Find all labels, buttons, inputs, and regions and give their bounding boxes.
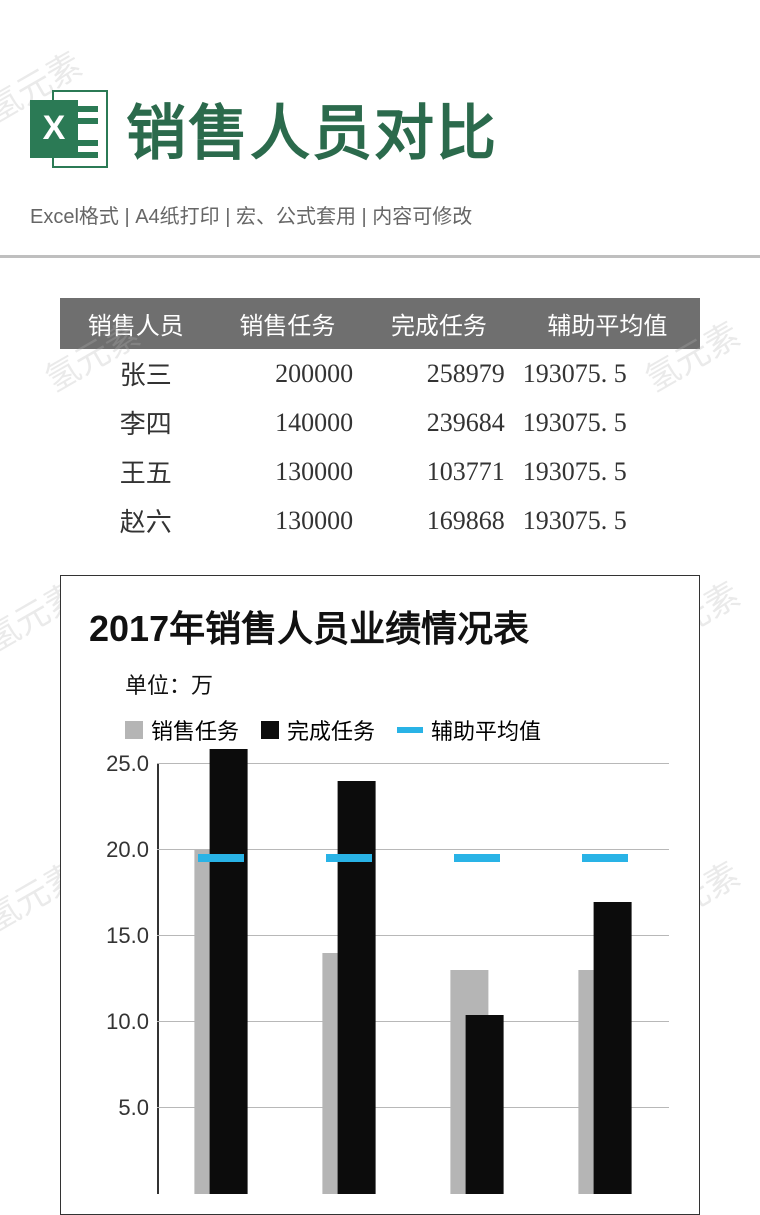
cell-done: 103771 <box>363 447 515 496</box>
col-header-person: 销售人员 <box>60 298 212 349</box>
cell-task: 200000 <box>212 349 364 398</box>
avg-marker <box>582 854 628 862</box>
table-row: 赵六 130000 169868 193075. 5 <box>60 496 700 545</box>
chart-title: 2017年销售人员业绩情况表 <box>81 600 679 652</box>
excel-icon: X <box>30 90 108 168</box>
col-header-avg: 辅助平均值 <box>515 298 700 349</box>
cell-name: 王五 <box>60 447 212 496</box>
bars-wrap <box>157 764 669 1194</box>
table-row: 王五 130000 103771 193075. 5 <box>60 447 700 496</box>
cell-avg: 193075. 5 <box>515 398 700 447</box>
cell-done: 258979 <box>363 349 515 398</box>
bar-group <box>421 764 534 1194</box>
bar-done <box>466 1015 504 1194</box>
legend-swatch-grey <box>125 721 143 739</box>
y-tick-label: 10.0 <box>91 1009 149 1035</box>
cell-done: 169868 <box>363 496 515 545</box>
cell-done: 239684 <box>363 398 515 447</box>
sales-table: 销售人员 销售任务 完成任务 辅助平均值 张三 200000 258979 19… <box>60 298 700 545</box>
col-header-done: 完成任务 <box>363 298 515 349</box>
legend-swatch-black <box>261 721 279 739</box>
chart-legend: 销售任务 完成任务 辅助平均值 <box>81 708 679 764</box>
excel-icon-letter: X <box>30 100 78 158</box>
avg-marker <box>326 854 372 862</box>
avg-marker <box>198 854 244 862</box>
legend-item-task: 销售任务 <box>125 714 239 746</box>
cell-avg: 193075. 5 <box>515 496 700 545</box>
cell-name: 张三 <box>60 349 212 398</box>
legend-label-task: 销售任务 <box>151 714 239 746</box>
bar-done <box>210 749 248 1194</box>
col-header-task: 销售任务 <box>212 298 364 349</box>
legend-swatch-blue <box>397 727 423 733</box>
table-row: 张三 200000 258979 193075. 5 <box>60 349 700 398</box>
spreadsheet-area: 销售人员 销售任务 完成任务 辅助平均值 张三 200000 258979 19… <box>60 298 700 1215</box>
header-divider <box>0 255 760 258</box>
page-subtitle: Excel格式 | A4纸打印 | 宏、公式套用 | 内容可修改 <box>0 192 760 249</box>
bar-group <box>165 764 278 1194</box>
table-row: 李四 140000 239684 193075. 5 <box>60 398 700 447</box>
bar-done <box>594 902 632 1194</box>
bar-group <box>549 764 662 1194</box>
cell-name: 李四 <box>60 398 212 447</box>
cell-task: 130000 <box>212 496 364 545</box>
y-tick-label: 5.0 <box>91 1095 149 1121</box>
legend-item-done: 完成任务 <box>261 714 375 746</box>
legend-label-done: 完成任务 <box>287 714 375 746</box>
cell-avg: 193075. 5 <box>515 349 700 398</box>
y-tick-label: 25.0 <box>91 751 149 777</box>
chart-container: 2017年销售人员业绩情况表 单位：万 销售任务 完成任务 辅助平均值 5.01… <box>60 575 700 1215</box>
chart-unit: 单位：万 <box>81 652 679 708</box>
y-tick-label: 15.0 <box>91 923 149 949</box>
cell-task: 140000 <box>212 398 364 447</box>
y-tick-label: 20.0 <box>91 837 149 863</box>
legend-label-avg: 辅助平均值 <box>431 714 541 746</box>
bar-group <box>293 764 406 1194</box>
cell-avg: 193075. 5 <box>515 447 700 496</box>
page-title: 销售人员对比 <box>126 85 498 172</box>
bar-done <box>338 781 376 1194</box>
legend-item-avg: 辅助平均值 <box>397 714 541 746</box>
cell-task: 130000 <box>212 447 364 496</box>
cell-name: 赵六 <box>60 496 212 545</box>
template-header: X 销售人员对比 <box>0 0 760 192</box>
chart-plot: 5.010.015.020.025.0 <box>157 764 669 1194</box>
avg-marker <box>454 854 500 862</box>
table-header-row: 销售人员 销售任务 完成任务 辅助平均值 <box>60 298 700 349</box>
